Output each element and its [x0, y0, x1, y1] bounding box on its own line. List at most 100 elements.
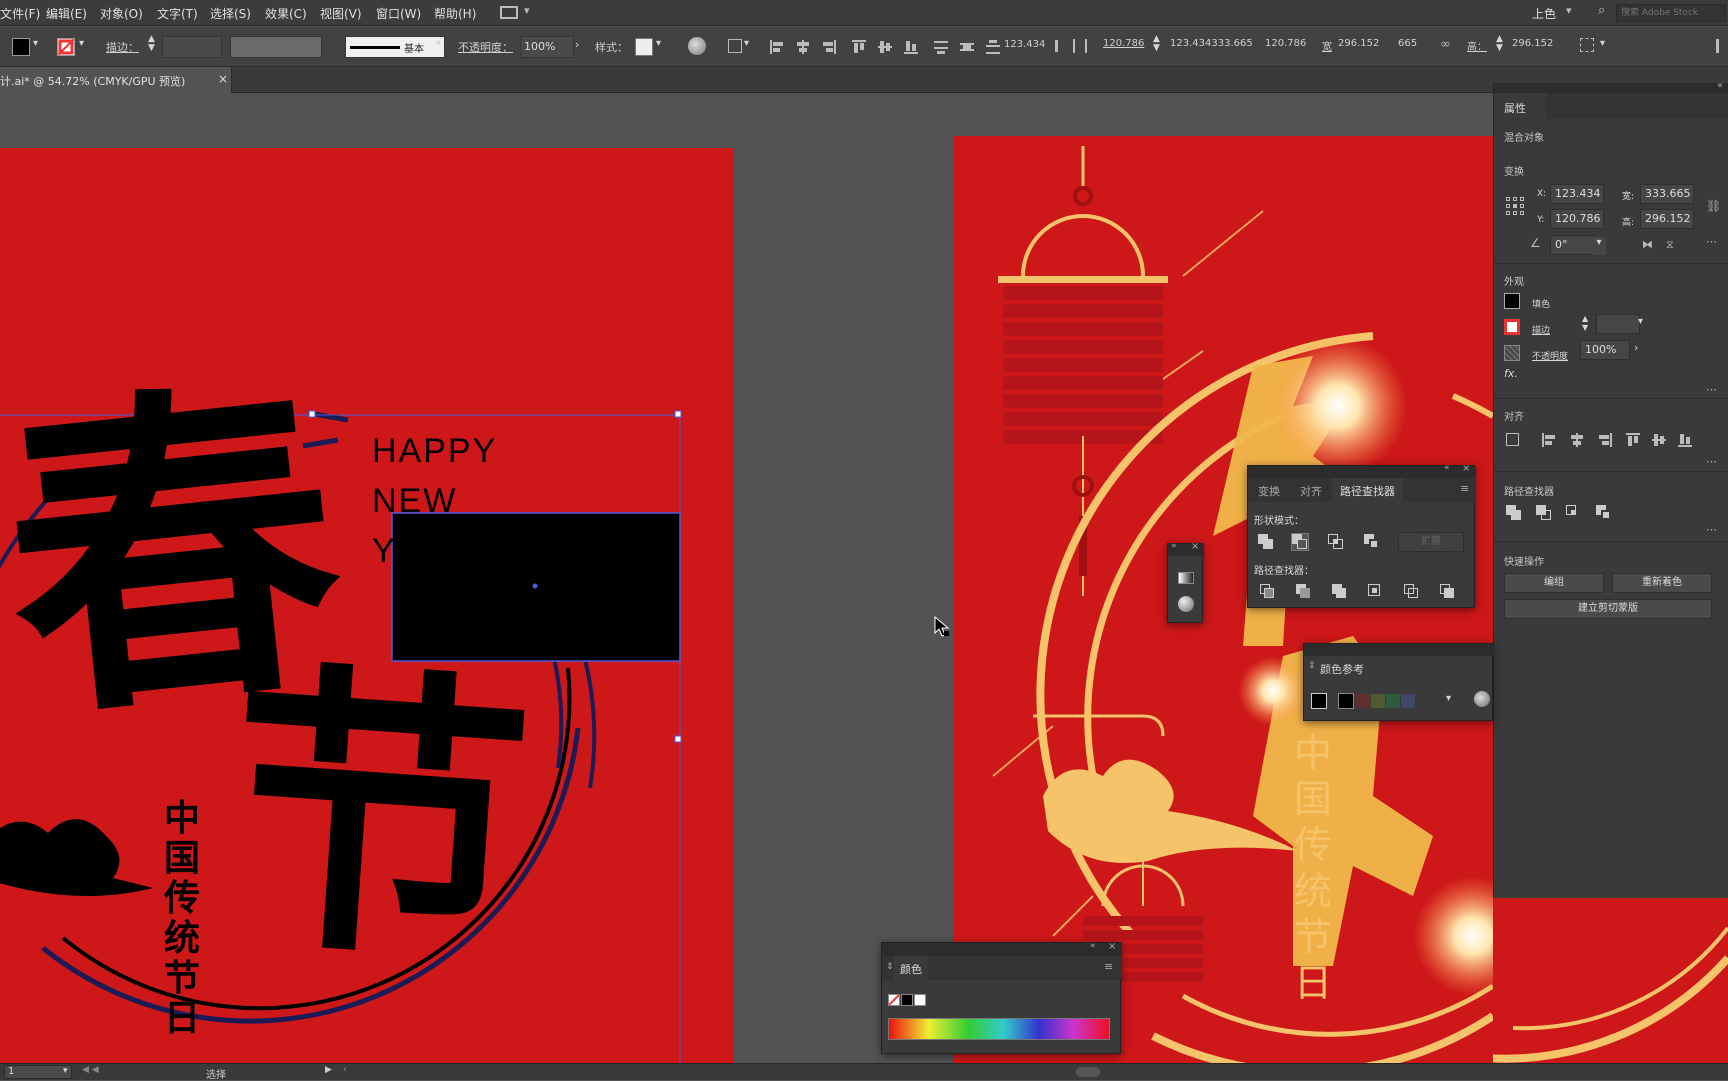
height-field[interactable]: 296.152	[1512, 38, 1553, 49]
align-right-icon[interactable]	[822, 40, 836, 54]
black-swatch[interactable]	[901, 994, 913, 1006]
panel-menu-icon[interactable]: ≡	[1460, 482, 1469, 495]
tab-pathfinder[interactable]: 路径查找器	[1332, 478, 1403, 502]
color-guide-swatch[interactable]	[1338, 693, 1354, 709]
merge-icon[interactable]	[1332, 584, 1348, 600]
align-vcenter-icon[interactable]	[1652, 433, 1666, 447]
color-spectrum-bar[interactable]	[888, 1018, 1110, 1040]
constrain-proportions-icon[interactable]: ⛓	[1706, 199, 1721, 213]
chevron-down-icon[interactable]: ▾	[1638, 316, 1643, 327]
exclude-icon[interactable]	[1596, 505, 1612, 521]
stroke-swatch[interactable]	[1504, 319, 1520, 335]
close-icon[interactable]: ×	[1108, 941, 1116, 952]
tab-align[interactable]: 对齐	[1300, 483, 1322, 499]
none-swatch[interactable]	[888, 994, 900, 1006]
stroke-weight-input[interactable]	[1596, 314, 1640, 334]
stepper-icon[interactable]: ⇕	[1308, 661, 1316, 671]
more-options-icon[interactable]: ⋯	[1706, 383, 1717, 396]
x-input[interactable]: 123.434	[1550, 184, 1604, 204]
expand-icon[interactable]: »	[1171, 541, 1177, 551]
unite-icon[interactable]	[1258, 534, 1274, 550]
stepper-icon[interactable]: ▲ ▼	[1153, 35, 1160, 53]
color-guide-swatch[interactable]	[1386, 694, 1400, 708]
stepper-icon[interactable]: ▲ ▼	[1582, 314, 1588, 332]
menu-effect[interactable]: 效果(C)	[265, 5, 307, 22]
stroke-weight-field[interactable]	[162, 36, 222, 58]
close-icon[interactable]: ×	[1462, 463, 1470, 474]
stock-search-input[interactable]	[1616, 4, 1726, 22]
more-options-icon[interactable]: ⋯	[1706, 235, 1717, 248]
panel-menu-icon[interactable]	[1716, 39, 1719, 53]
make-clipping-mask-button[interactable]: 建立剪切蒙版	[1504, 599, 1712, 619]
menu-window[interactable]: 窗口(W)	[376, 5, 421, 22]
style-swatch[interactable]	[635, 38, 653, 56]
menu-help[interactable]: 帮助(H)	[434, 5, 476, 22]
collapse-icon[interactable]: «	[1717, 80, 1723, 91]
fill-swatch[interactable]	[12, 38, 30, 56]
recolor-button[interactable]: 重新着色	[1612, 573, 1712, 593]
color-guide-swatch[interactable]	[1401, 694, 1415, 708]
outline-icon[interactable]	[1404, 584, 1420, 600]
chevron-down-icon[interactable]: ▾	[79, 38, 84, 49]
height-label[interactable]: 高：	[1467, 38, 1487, 53]
x-field[interactable]: 123.434333.665	[1170, 38, 1253, 49]
document-tab[interactable]: 计.ai* @ 54.72% (CMYK/GPU 预览) ×	[0, 67, 232, 93]
distribute-vcenter-icon[interactable]	[960, 40, 974, 54]
chevron-down-icon[interactable]: ▾	[656, 38, 661, 49]
chevron-down-icon[interactable]: ▾	[436, 38, 441, 49]
align-vcenter-icon[interactable]	[878, 40, 892, 54]
x-value-readout[interactable]: 123.434	[1004, 39, 1045, 50]
panel-menu-icon[interactable]: ≡	[1104, 960, 1113, 973]
selection-handle[interactable]	[674, 410, 682, 418]
artboard-left[interactable]: HAPPY NEW Y 春 节 中 国 传 统 节 日	[0, 148, 734, 1063]
artboard-navigator[interactable]: 1 ▾	[4, 1065, 72, 1079]
align-left-icon[interactable]	[770, 40, 784, 54]
opacity-input[interactable]: 100%	[1580, 340, 1630, 360]
collapse-icon[interactable]: «	[1090, 941, 1096, 951]
status-menu-icon[interactable]: ▶	[325, 1065, 332, 1075]
stroke-swatch[interactable]	[57, 38, 75, 56]
chevron-down-icon[interactable]: ▾	[744, 38, 749, 49]
crop-icon[interactable]	[1368, 584, 1384, 600]
y-value-readout[interactable]: 120.786	[1103, 38, 1144, 49]
workspace-switcher[interactable]: 上色	[1532, 5, 1556, 22]
color-guide-swatch[interactable]	[1371, 694, 1385, 708]
width-label[interactable]: 宽	[1322, 38, 1332, 53]
align-to-icon[interactable]	[1506, 433, 1519, 446]
opacity-field[interactable]: 100%	[520, 36, 574, 58]
distribute-spacing-icon[interactable]	[1055, 40, 1058, 52]
chevron-right-icon[interactable]: ›	[575, 38, 579, 51]
menu-type[interactable]: 文字(T)	[157, 5, 198, 22]
unite-icon[interactable]	[1506, 505, 1522, 521]
gradient-icon[interactable]	[1178, 572, 1194, 584]
minus-front-icon[interactable]	[1536, 505, 1552, 521]
recolor-globe-icon[interactable]	[1474, 691, 1490, 707]
chevron-down-icon[interactable]: ▾	[33, 38, 38, 49]
align-hcenter-icon[interactable]	[796, 40, 810, 54]
tab-properties[interactable]: 属性	[1494, 93, 1546, 119]
menu-file[interactable]: 文件(F)	[0, 5, 40, 22]
transform-icon[interactable]	[1580, 38, 1594, 52]
y-field[interactable]: 120.786	[1265, 38, 1306, 49]
trim-icon[interactable]	[1296, 584, 1312, 600]
intersect-icon[interactable]	[1328, 534, 1344, 550]
stepper-icon[interactable]: ⇕	[886, 962, 894, 972]
opacity-label[interactable]: 不透明度：	[458, 39, 513, 55]
align-top-icon[interactable]	[1626, 433, 1640, 447]
group-button[interactable]: 编组	[1504, 573, 1604, 593]
exclude-icon[interactable]	[1364, 534, 1380, 550]
variable-width-field[interactable]	[230, 36, 322, 58]
chevron-down-icon[interactable]: ▾	[1592, 237, 1606, 255]
menu-object[interactable]: 对象(O)	[100, 5, 143, 22]
minus-front-icon[interactable]	[1291, 533, 1309, 551]
chevron-right-icon[interactable]: ›	[1634, 341, 1638, 354]
tab-transform[interactable]: 变换	[1258, 483, 1280, 499]
recolor-globe-icon[interactable]	[688, 37, 706, 55]
horizontal-scrollbar-thumb[interactable]	[1076, 1067, 1100, 1077]
brush-style-dropdown[interactable]: 基本	[345, 36, 445, 58]
white-swatch[interactable]	[914, 994, 926, 1006]
align-bottom-icon[interactable]	[1678, 433, 1692, 447]
menu-edit[interactable]: 编辑(E)	[46, 5, 87, 22]
transparency-icon[interactable]	[1178, 596, 1194, 612]
color-guide-swatch[interactable]	[1356, 694, 1370, 708]
